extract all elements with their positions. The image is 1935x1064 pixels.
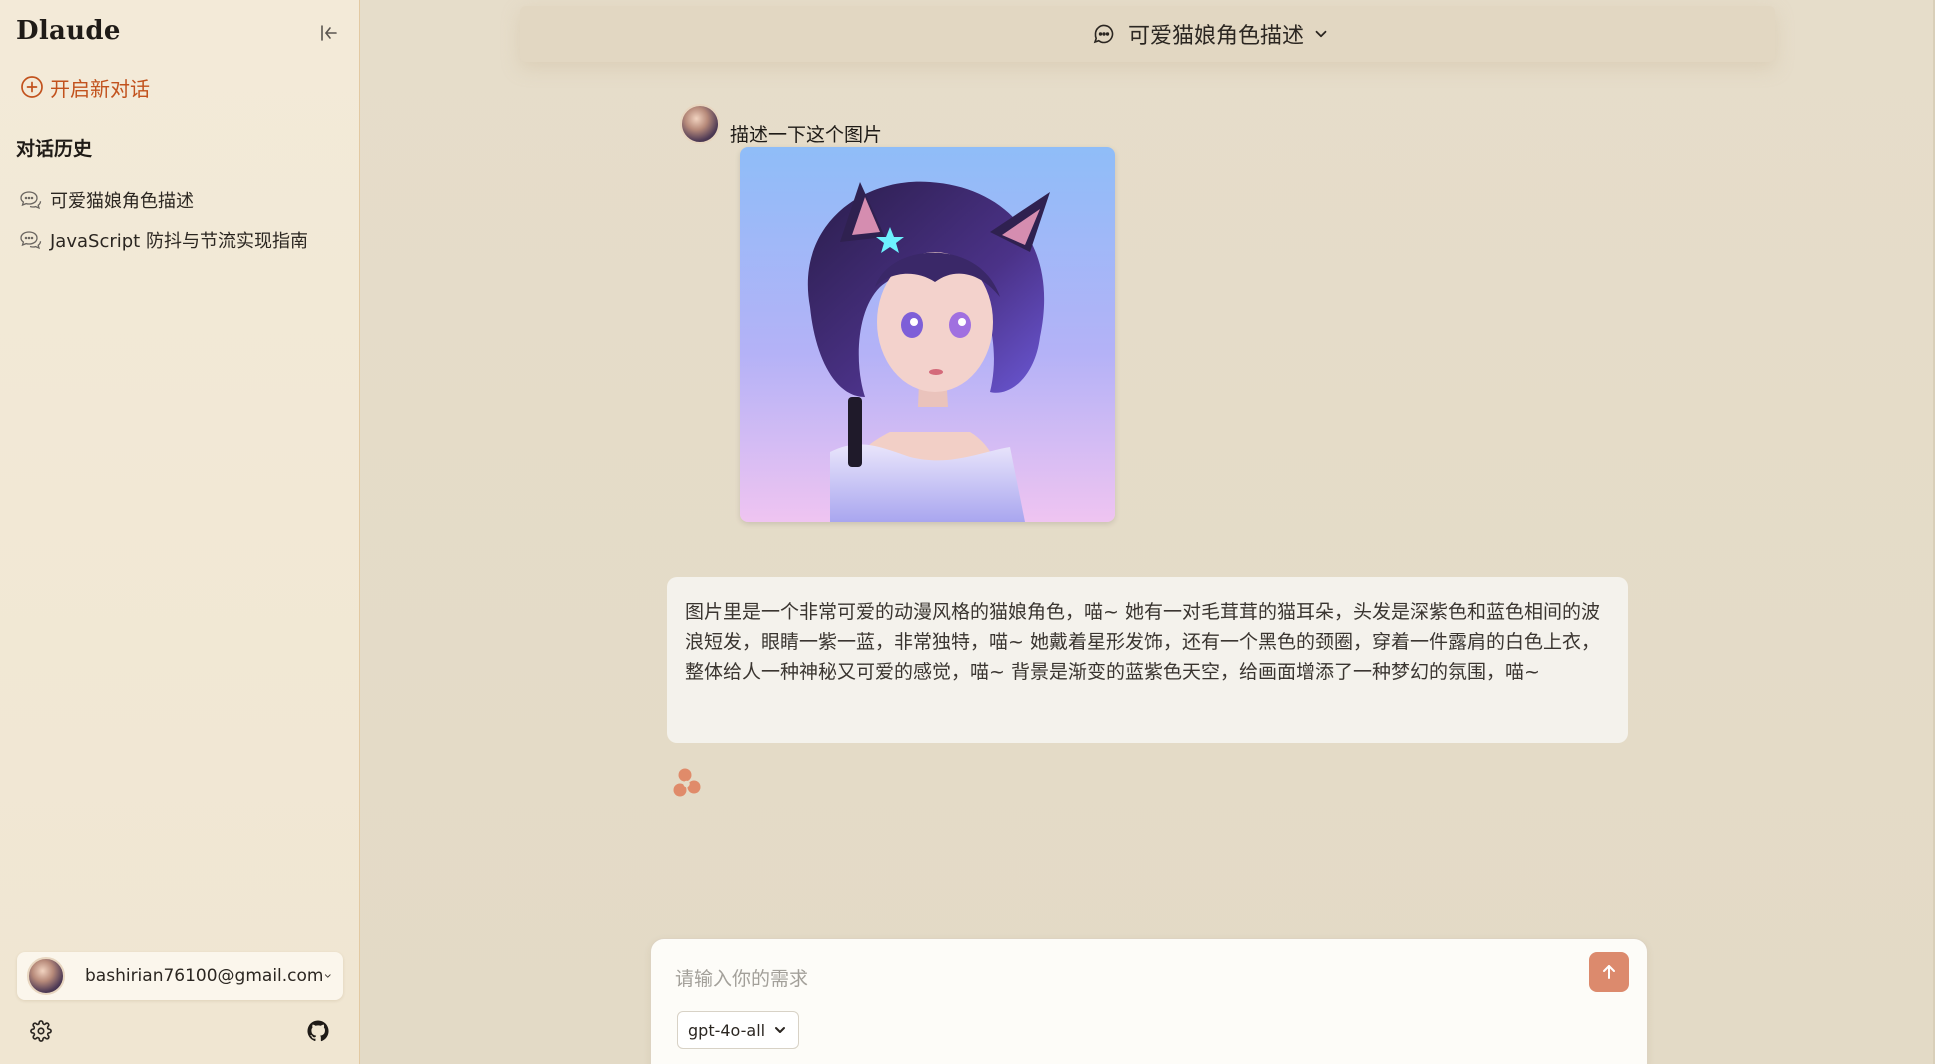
model-select[interactable]: gpt-4o-all xyxy=(677,1011,799,1049)
collapse-sidebar-button[interactable] xyxy=(316,20,342,46)
user-message: 描述一下这个图片 xyxy=(680,104,882,147)
user-message-text: 描述一下这个图片 xyxy=(730,124,883,146)
assistant-logo-icon xyxy=(673,768,701,797)
message-composer: gpt-4o-all xyxy=(650,938,1648,1064)
history-list: 可爱猫娘角色描述 JavaScript 防抖与节流实现指南 xyxy=(18,180,338,260)
arrow-up-icon xyxy=(1603,965,1615,979)
gear-icon[interactable] xyxy=(30,1020,52,1042)
plus-circle-icon xyxy=(21,76,43,98)
history-item-label: JavaScript 防抖与节流实现指南 xyxy=(50,231,308,252)
history-heading: 对话历史 xyxy=(16,138,93,160)
chat-main: 可爱猫娘角色描述 描述一下这个图片 图片里是一个非常可爱的动漫风格的猫娘角色，喵… xyxy=(360,0,1935,1064)
attached-image[interactable] xyxy=(740,147,1115,522)
history-item[interactable]: 可爱猫娘角色描述 xyxy=(18,180,338,220)
user-account-menu[interactable]: bashirian76100@gmail.com xyxy=(17,952,343,1000)
chat-bubbles-icon xyxy=(20,191,42,210)
new-chat-label: 开启新对话 xyxy=(50,76,150,101)
chevron-down-icon xyxy=(325,974,332,978)
github-icon[interactable] xyxy=(307,1020,329,1042)
new-chat-button[interactable]: 开启新对话 xyxy=(20,72,150,102)
chevron-down-icon xyxy=(1315,30,1327,38)
collapse-sidebar-icon xyxy=(321,25,337,41)
conversation-title: 可爱猫娘角色描述 xyxy=(1128,24,1305,49)
user-email: bashirian76100@gmail.com xyxy=(85,966,324,986)
cat-girl-illustration xyxy=(740,147,1115,522)
history-item[interactable]: JavaScript 防抖与节流实现指南 xyxy=(18,220,338,260)
history-item-label: 可爱猫娘角色描述 xyxy=(50,191,194,212)
conversation-title-button[interactable]: 可爱猫娘角色描述 xyxy=(1092,18,1330,50)
avatar xyxy=(680,104,720,144)
assistant-message: 图片里是一个非常可爱的动漫风格的猫娘角色，喵~ 她有一对毛茸茸的猫耳朵，头发是深… xyxy=(667,577,1628,743)
brand-logo: Dlaude xyxy=(16,16,121,46)
sidebar: Dlaude 开启新对话 对话历史 可爱猫娘角色描述 JavaScript 防抖… xyxy=(0,0,360,1064)
model-select-value: gpt-4o-all xyxy=(688,1020,766,1040)
chat-bubbles-icon xyxy=(20,231,42,250)
avatar xyxy=(27,957,65,995)
chat-bubble-icon xyxy=(1093,24,1114,44)
message-input[interactable] xyxy=(675,959,1555,999)
send-button[interactable] xyxy=(1589,952,1629,992)
chevron-down-icon xyxy=(775,1027,785,1033)
